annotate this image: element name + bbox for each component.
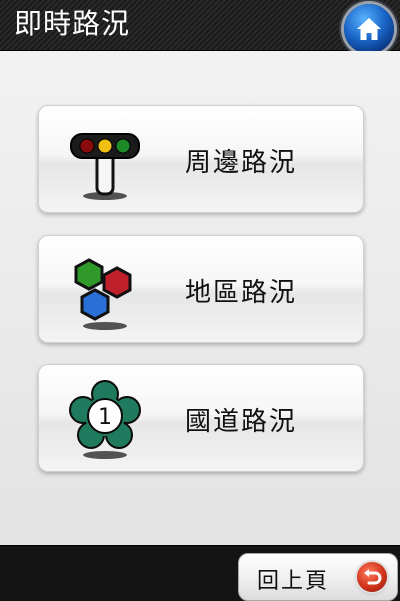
- regional-traffic-button[interactable]: 地區路況: [38, 235, 364, 343]
- region-hexagons-icon: [74, 258, 132, 330]
- bottom-bar: 回上頁: [0, 545, 400, 601]
- back-arrow-icon: [357, 562, 387, 592]
- menu-label-highway: 國道路況: [185, 407, 298, 437]
- home-button[interactable]: [344, 4, 394, 54]
- back-button[interactable]: 回上頁: [238, 553, 398, 601]
- page-title: 即時路況: [14, 7, 131, 40]
- menu-label-nearby: 周邊路況: [185, 148, 298, 178]
- menu-label-regional: 地區路況: [185, 278, 298, 308]
- back-button-label: 回上頁: [257, 569, 330, 594]
- highway-badge-number: 1: [98, 405, 112, 430]
- traffic-light-icon: [70, 133, 140, 200]
- nearby-traffic-button[interactable]: 周邊路況: [38, 105, 364, 213]
- national-highway-icon: 1: [69, 380, 141, 459]
- title-bar: 即時路況: [0, 0, 400, 54]
- national-highway-traffic-button[interactable]: 1 國道路況: [38, 364, 364, 472]
- menu-area: 周邊路況 地區路況 1 國道路況: [0, 51, 400, 544]
- home-icon: [357, 18, 381, 40]
